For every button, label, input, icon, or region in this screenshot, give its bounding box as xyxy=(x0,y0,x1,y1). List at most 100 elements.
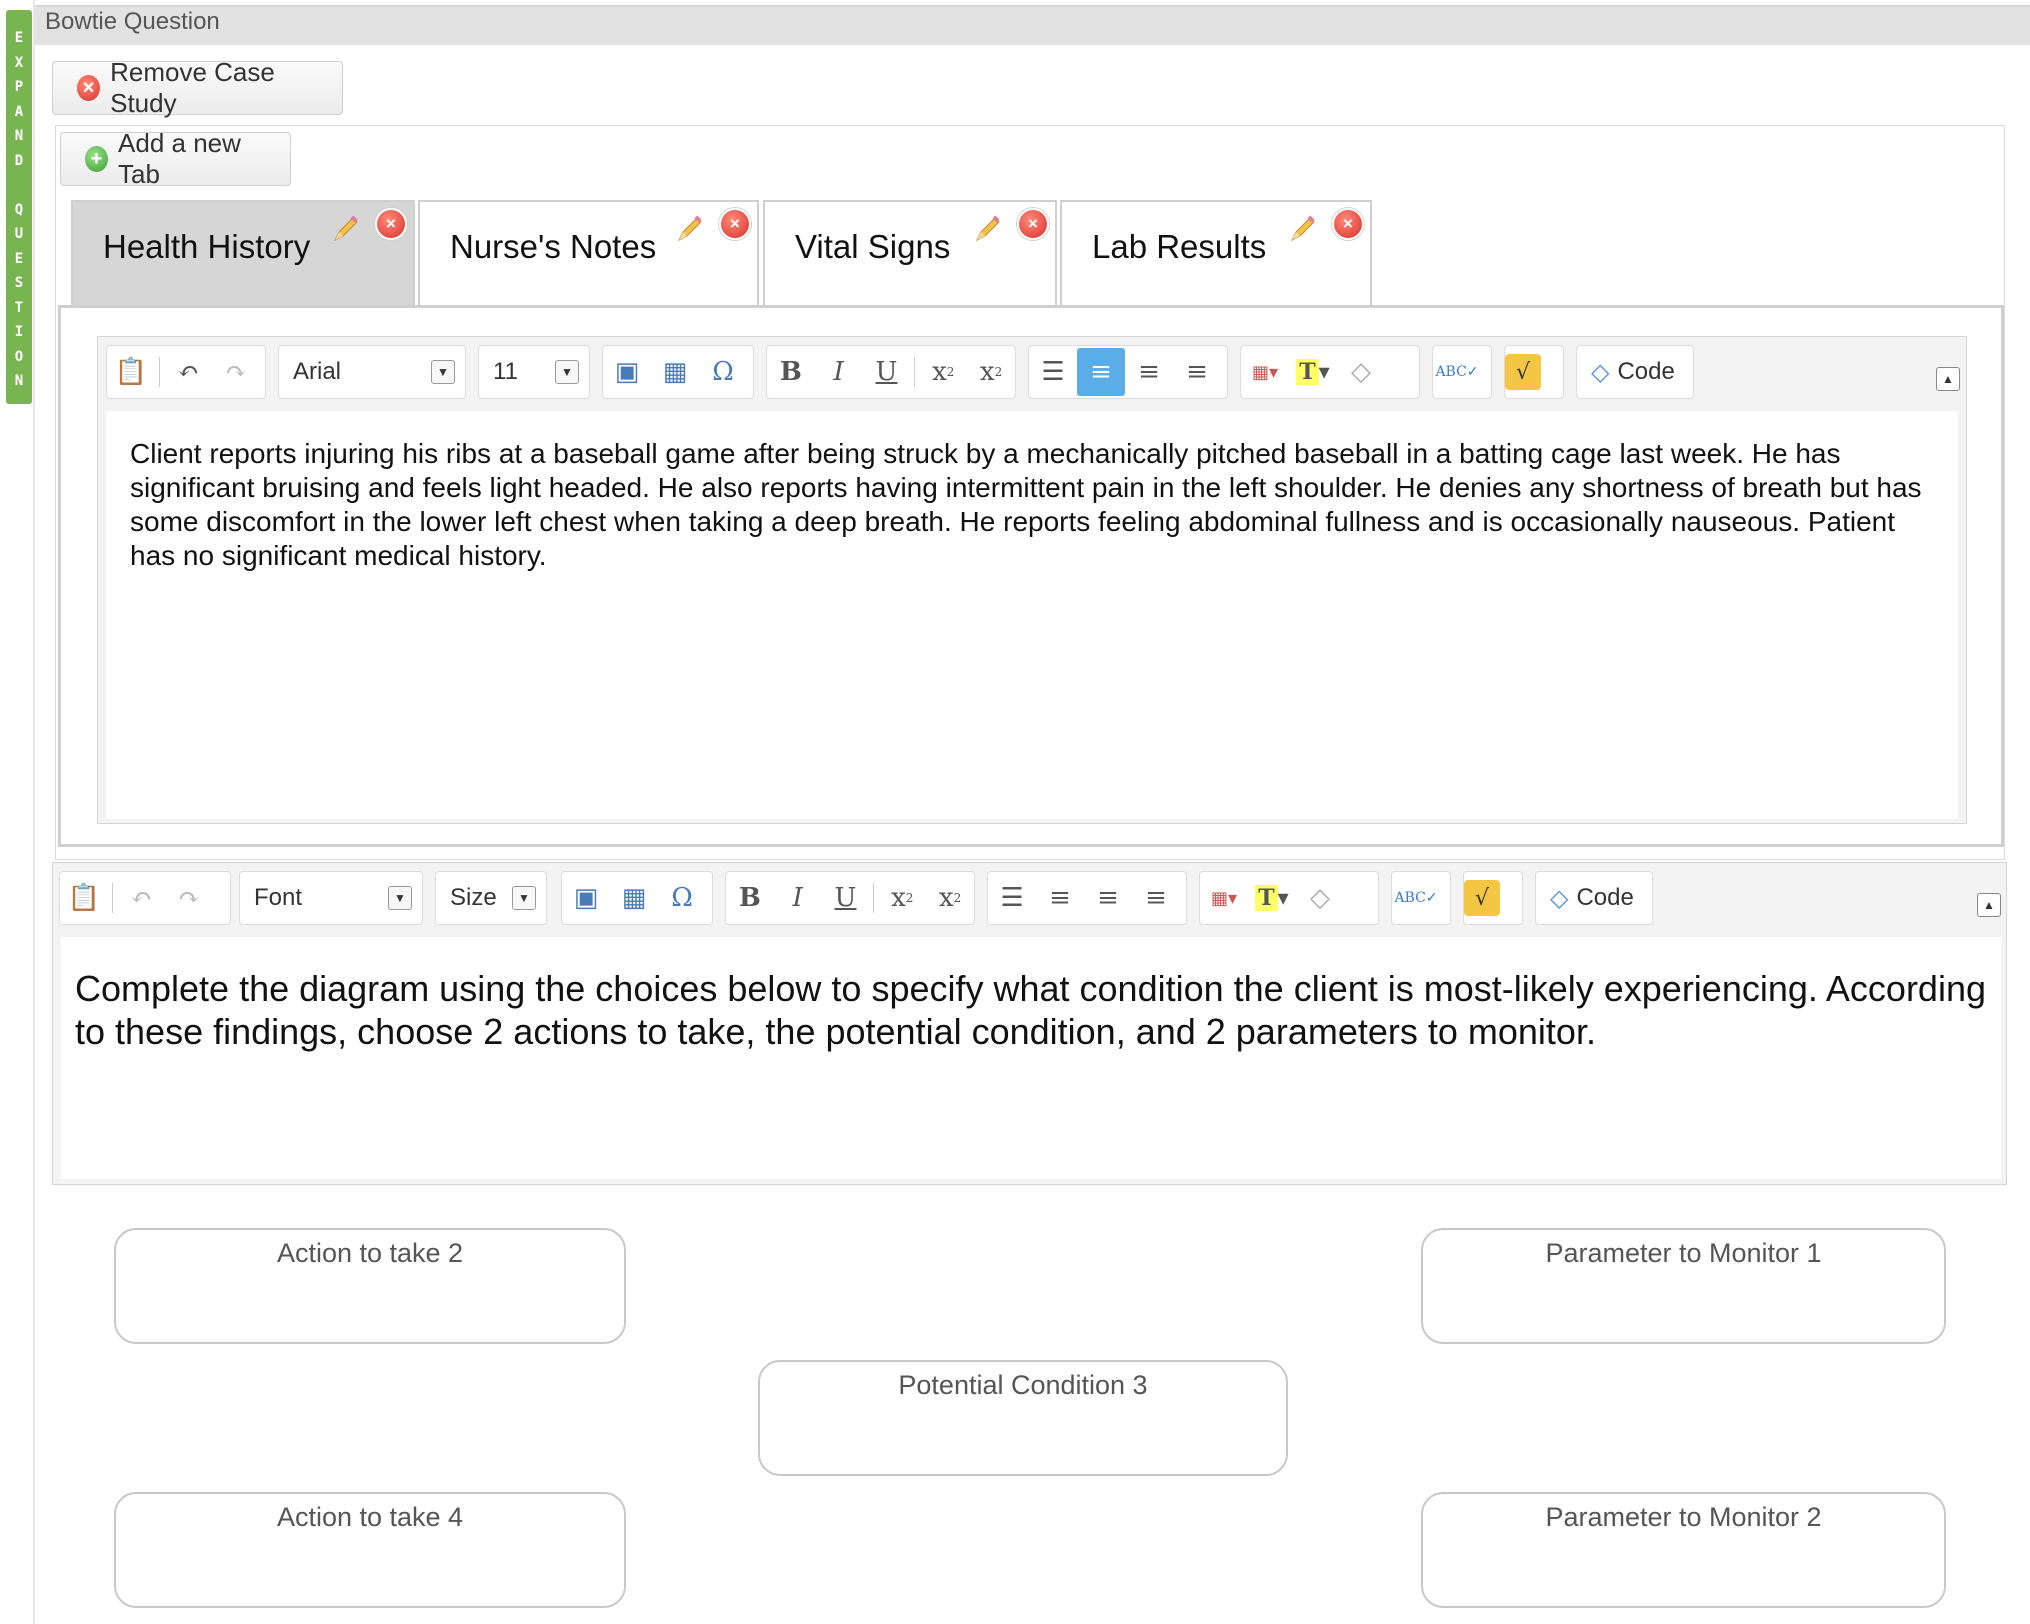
chevron-down-icon: ▼ xyxy=(555,360,579,384)
drop-zone-label: Action to take 2 xyxy=(276,1238,464,1268)
size-select[interactable]: 11 ▼ xyxy=(478,345,590,399)
edit-pencil-icon[interactable] xyxy=(331,214,361,244)
question-text: Complete the diagram using the choices b… xyxy=(75,968,1986,1052)
expand-strip-letter: S xyxy=(14,275,24,291)
eraser-icon[interactable]: ◇ xyxy=(1337,348,1385,396)
tab-label: Nurse's Notes xyxy=(450,228,657,265)
code-icon: ◇ xyxy=(1550,884,1569,912)
expand-question-toggle[interactable]: EXPAND QUESTION xyxy=(6,10,32,404)
close-tab-icon[interactable]: × xyxy=(1017,208,1049,240)
close-tab-icon[interactable]: × xyxy=(719,208,751,240)
align-left-icon[interactable]: ≡ xyxy=(1036,874,1084,922)
edit-pencil-icon[interactable] xyxy=(973,214,1003,244)
tab-nurses-notes[interactable]: Nurse's Notes × xyxy=(418,200,759,306)
collapse-toolbar-icon[interactable]: ▲ xyxy=(1936,367,1960,391)
math-equation-icon[interactable]: √ xyxy=(1505,354,1541,390)
remove-case-study-label: Remove Case Study xyxy=(110,57,275,118)
align-center-icon[interactable]: ≡ xyxy=(1125,348,1173,396)
remove-case-study-button[interactable]: × Remove Case Study xyxy=(52,57,343,118)
paste-icon[interactable]: 📋 xyxy=(107,348,155,396)
case-text-content[interactable]: Client reports injuring his ribs at a ba… xyxy=(106,411,1958,819)
expand-strip-letter: N xyxy=(14,373,24,389)
tab-vital-signs[interactable]: Vital Signs × xyxy=(763,200,1057,306)
code-label: Code xyxy=(1576,884,1634,911)
chevron-down-icon: ▼ xyxy=(431,360,455,384)
text-color-icon[interactable]: T ▾ xyxy=(1289,348,1337,396)
size-select[interactable]: Size ▼ xyxy=(435,871,547,925)
parameter-drop-zone-bottom[interactable]: Parameter to Monitor 2 xyxy=(1421,1492,1946,1608)
bold-icon[interactable]: B xyxy=(767,348,815,396)
action-drop-zone-top[interactable]: Action to take 2 xyxy=(114,1228,626,1344)
edit-pencil-icon[interactable] xyxy=(1288,214,1318,244)
background-color-icon[interactable]: ▦▾ xyxy=(1241,348,1289,396)
add-tab-button[interactable]: + Add a new Tab xyxy=(60,128,291,189)
condition-drop-zone[interactable]: Potential Condition 3 xyxy=(758,1360,1288,1476)
format-group: B I U x2 x2 xyxy=(766,345,1016,399)
align-right-icon[interactable]: ≡ xyxy=(1173,348,1221,396)
eraser-icon[interactable]: ◇ xyxy=(1296,874,1344,922)
bullet-list-icon[interactable]: ☰ xyxy=(1029,348,1077,396)
code-view-button[interactable]: ◇ Code xyxy=(1576,345,1694,399)
background-color-icon[interactable]: ▦▾ xyxy=(1200,874,1248,922)
tab-lab-results[interactable]: Lab Results × xyxy=(1060,200,1372,306)
editor-toolbar: 📋 ↶ ↷ Font ▼ Size ▼ ▣ ▦ Ω B I U x2 x2 ☰ ≡ … xyxy=(53,863,2006,937)
text-color-icon[interactable]: T ▾ xyxy=(1248,874,1296,922)
underline-icon[interactable]: U xyxy=(822,874,870,922)
special-char-icon[interactable]: Ω xyxy=(699,348,747,396)
subscript-icon[interactable]: x2 xyxy=(919,348,967,396)
underline-icon[interactable]: U xyxy=(863,348,911,396)
subscript-icon[interactable]: x2 xyxy=(878,874,926,922)
add-tab-label: Add a new Tab xyxy=(118,128,241,189)
chevron-down-icon: ▼ xyxy=(388,886,412,910)
redo-icon[interactable]: ↷ xyxy=(212,348,260,396)
superscript-icon[interactable]: x2 xyxy=(967,348,1015,396)
bullet-list-icon[interactable]: ☰ xyxy=(988,874,1036,922)
question-title-bar: Bowtie Question xyxy=(35,5,2030,45)
undo-icon[interactable]: ↶ xyxy=(117,874,165,922)
color-group: ▦▾ T ▾ ◇ xyxy=(1199,871,1379,925)
spellcheck-group: ABC✓ xyxy=(1432,345,1492,399)
tab-panel: 📋 ↶ ↷ Arial ▼ 11 ▼ ▣ ▦ Ω B I U x2 x2 ☰ ≡… xyxy=(58,305,2004,847)
parameter-drop-zone-top[interactable]: Parameter to Monitor 1 xyxy=(1421,1228,1946,1344)
tab-health-history[interactable]: Health History × xyxy=(71,200,415,306)
special-char-icon[interactable]: Ω xyxy=(658,874,706,922)
size-select-value: 11 xyxy=(493,358,518,385)
insert-group: ▣ ▦ Ω xyxy=(602,345,754,399)
superscript-icon[interactable]: x2 xyxy=(926,874,974,922)
table-icon[interactable]: ▦ xyxy=(610,874,658,922)
italic-icon[interactable]: I xyxy=(774,874,822,922)
drop-zone-label: Parameter to Monitor 1 xyxy=(1545,1238,1822,1268)
spellcheck-icon[interactable]: ABC✓ xyxy=(1433,348,1481,396)
list-align-group: ☰ ≡ ≡ ≡ xyxy=(987,871,1187,925)
expand-strip-letter: A xyxy=(14,103,24,120)
align-center-icon[interactable]: ≡ xyxy=(1084,874,1132,922)
math-group: √ xyxy=(1463,871,1523,925)
close-tab-icon[interactable]: × xyxy=(1332,208,1364,240)
bold-icon[interactable]: B xyxy=(726,874,774,922)
table-icon[interactable]: ▦ xyxy=(651,348,699,396)
italic-icon[interactable]: I xyxy=(815,348,863,396)
remove-icon: × xyxy=(77,75,101,101)
font-select[interactable]: Arial ▼ xyxy=(278,345,466,399)
paste-icon[interactable]: 📋 xyxy=(60,874,108,922)
image-icon[interactable]: ▣ xyxy=(603,348,651,396)
align-right-icon[interactable]: ≡ xyxy=(1132,874,1180,922)
clipboard-history-group: 📋 ↶ ↷ xyxy=(106,345,266,399)
font-select[interactable]: Font ▼ xyxy=(239,871,423,925)
math-equation-icon[interactable]: √ xyxy=(1464,880,1500,916)
collapse-toolbar-icon[interactable]: ▲ xyxy=(1977,893,2001,917)
tab-label: Vital Signs xyxy=(795,228,951,265)
expand-strip-letter: U xyxy=(14,226,24,242)
question-title: Bowtie Question xyxy=(45,8,220,35)
action-drop-zone-bottom[interactable]: Action to take 4 xyxy=(114,1492,626,1608)
edit-pencil-icon[interactable] xyxy=(675,214,705,244)
question-text-content[interactable]: Complete the diagram using the choices b… xyxy=(61,937,2001,1179)
code-view-button[interactable]: ◇ Code xyxy=(1535,871,1653,925)
redo-icon[interactable]: ↷ xyxy=(165,874,213,922)
close-tab-icon[interactable]: × xyxy=(375,208,407,240)
align-left-icon[interactable]: ≡ xyxy=(1077,348,1125,396)
spellcheck-icon[interactable]: ABC✓ xyxy=(1392,874,1440,922)
image-icon[interactable]: ▣ xyxy=(562,874,610,922)
undo-icon[interactable]: ↶ xyxy=(164,348,212,396)
font-select-value: Arial xyxy=(293,358,342,385)
